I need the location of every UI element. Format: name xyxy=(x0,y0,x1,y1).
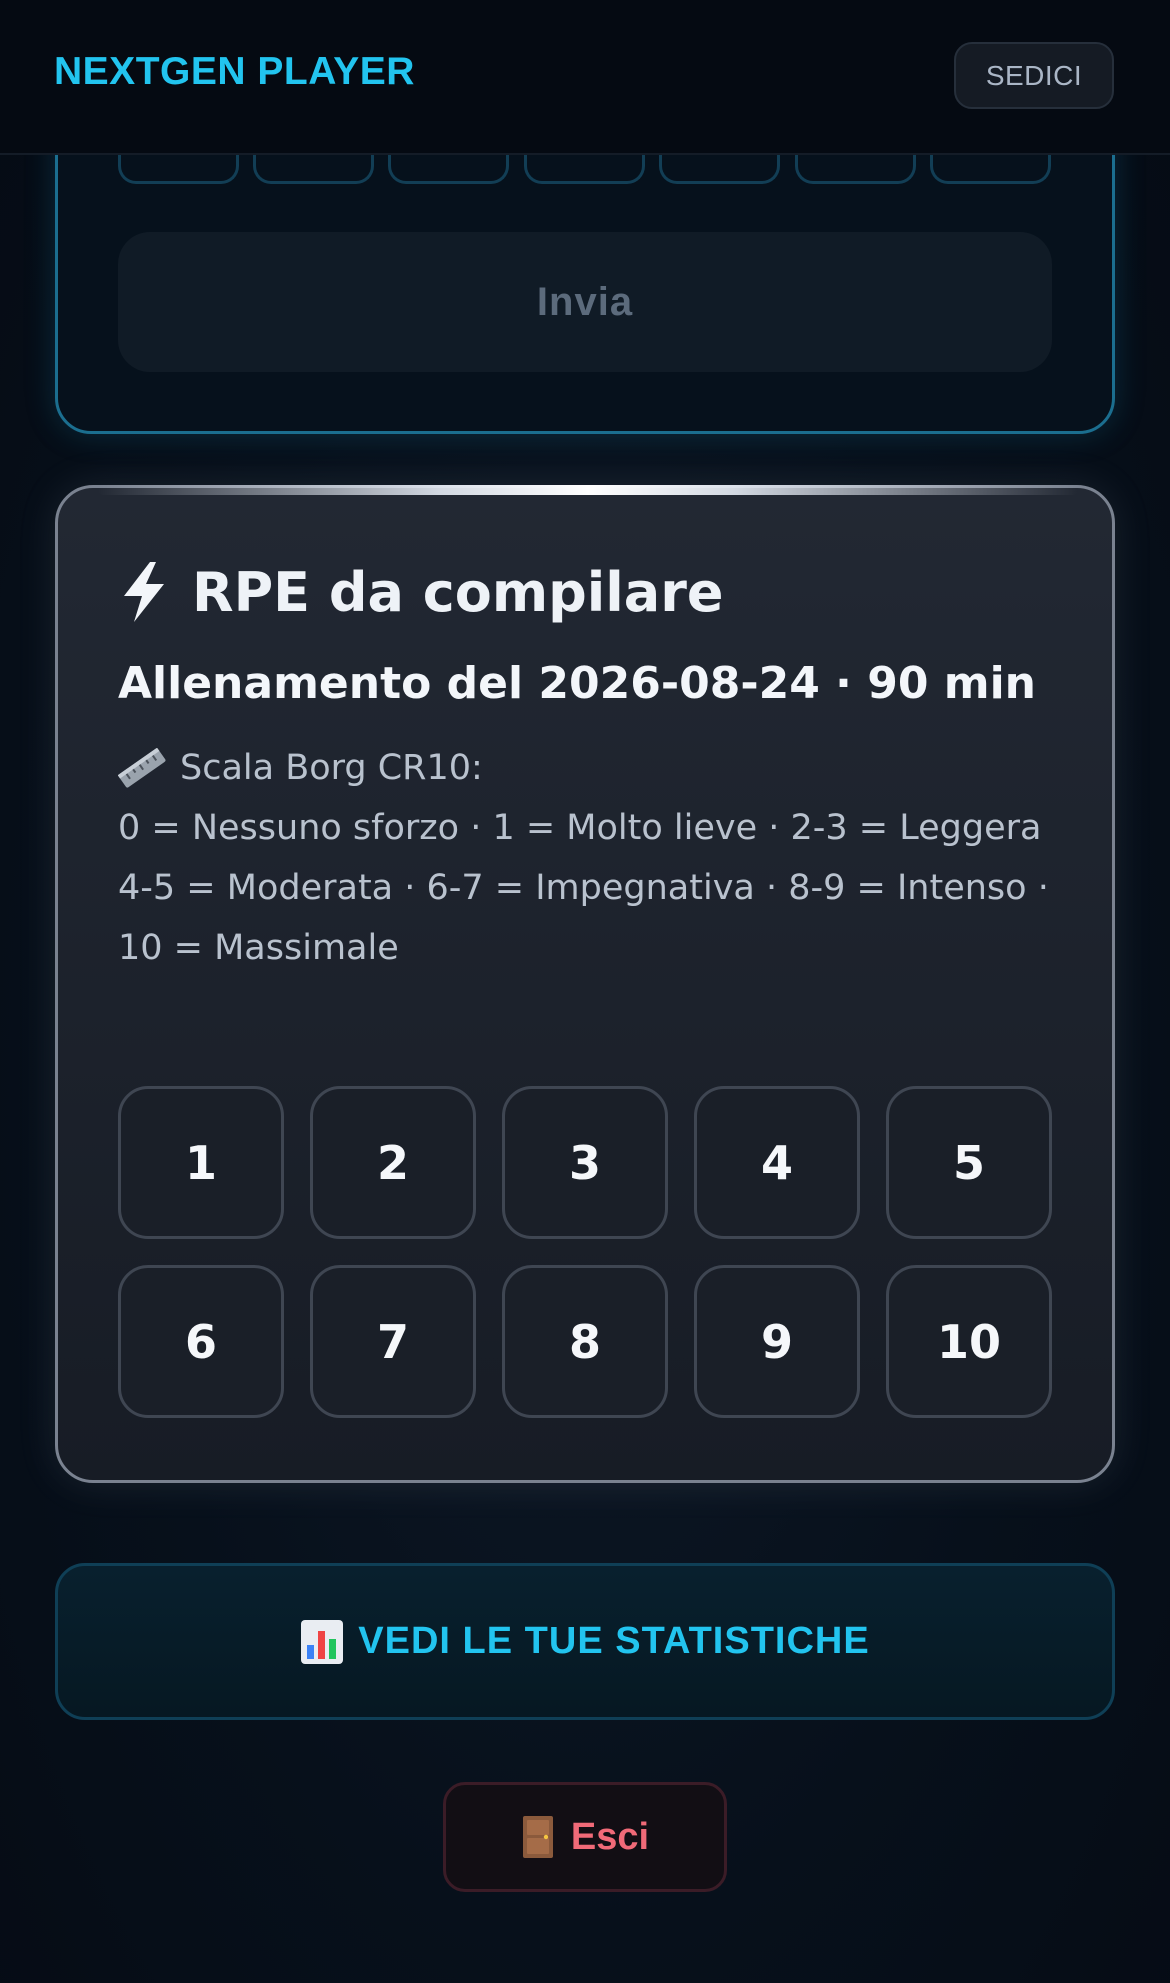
scale-title: Scala Borg CR10: xyxy=(180,748,483,788)
borg-scale-legend: Scala Borg CR10: 0 = Nessuno sforzo · 1 … xyxy=(118,738,1068,978)
rpe-option-10[interactable]: 10 xyxy=(886,1265,1052,1418)
rpe-option-9[interactable]: 9 xyxy=(694,1265,860,1418)
card-top-highlight xyxy=(98,485,1078,495)
rpe-card-title: RPE da compilare xyxy=(118,560,723,624)
app-brand: NEXTGEN PLAYER xyxy=(54,50,415,93)
top-app-bar: NEXTGEN PLAYER SEDICI xyxy=(0,0,1170,155)
rpe-option-3[interactable]: 3 xyxy=(502,1086,668,1239)
door-icon xyxy=(522,1816,553,1858)
view-stats-button[interactable]: VEDI LE TUE STATISTICHE xyxy=(55,1563,1115,1720)
rpe-option-6[interactable]: 6 xyxy=(118,1265,284,1418)
lightning-bolt-icon xyxy=(124,562,164,622)
rpe-option-2[interactable]: 2 xyxy=(310,1086,476,1239)
team-button[interactable]: SEDICI xyxy=(954,42,1114,109)
view-stats-label: VEDI LE TUE STATISTICHE xyxy=(358,1620,870,1662)
ruler-icon xyxy=(118,748,166,788)
scale-line-1: 0 = Nessuno sforzo · 1 = Molto lieve · 2… xyxy=(118,808,1042,848)
rpe-options-grid: 1 2 3 4 5 6 7 8 9 10 xyxy=(118,1086,1052,1418)
exit-label: Esci xyxy=(570,1815,650,1858)
rpe-option-5[interactable]: 5 xyxy=(886,1086,1052,1239)
session-info: Allenamento del 2026-08-24 · 90 min xyxy=(118,658,1037,709)
rpe-option-7[interactable]: 7 xyxy=(310,1265,476,1418)
rpe-title-text: RPE da compilare xyxy=(192,560,724,624)
rpe-option-8[interactable]: 8 xyxy=(502,1265,668,1418)
scale-line-2: 4-5 = Moderata · 6-7 = Impegnativa · 8-9… xyxy=(118,868,1049,968)
rpe-option-4[interactable]: 4 xyxy=(694,1086,860,1239)
exit-button[interactable]: Esci xyxy=(443,1782,727,1892)
submit-button[interactable]: Invia xyxy=(118,232,1052,372)
bar-chart-icon xyxy=(301,1619,344,1664)
rpe-option-1[interactable]: 1 xyxy=(118,1086,284,1239)
